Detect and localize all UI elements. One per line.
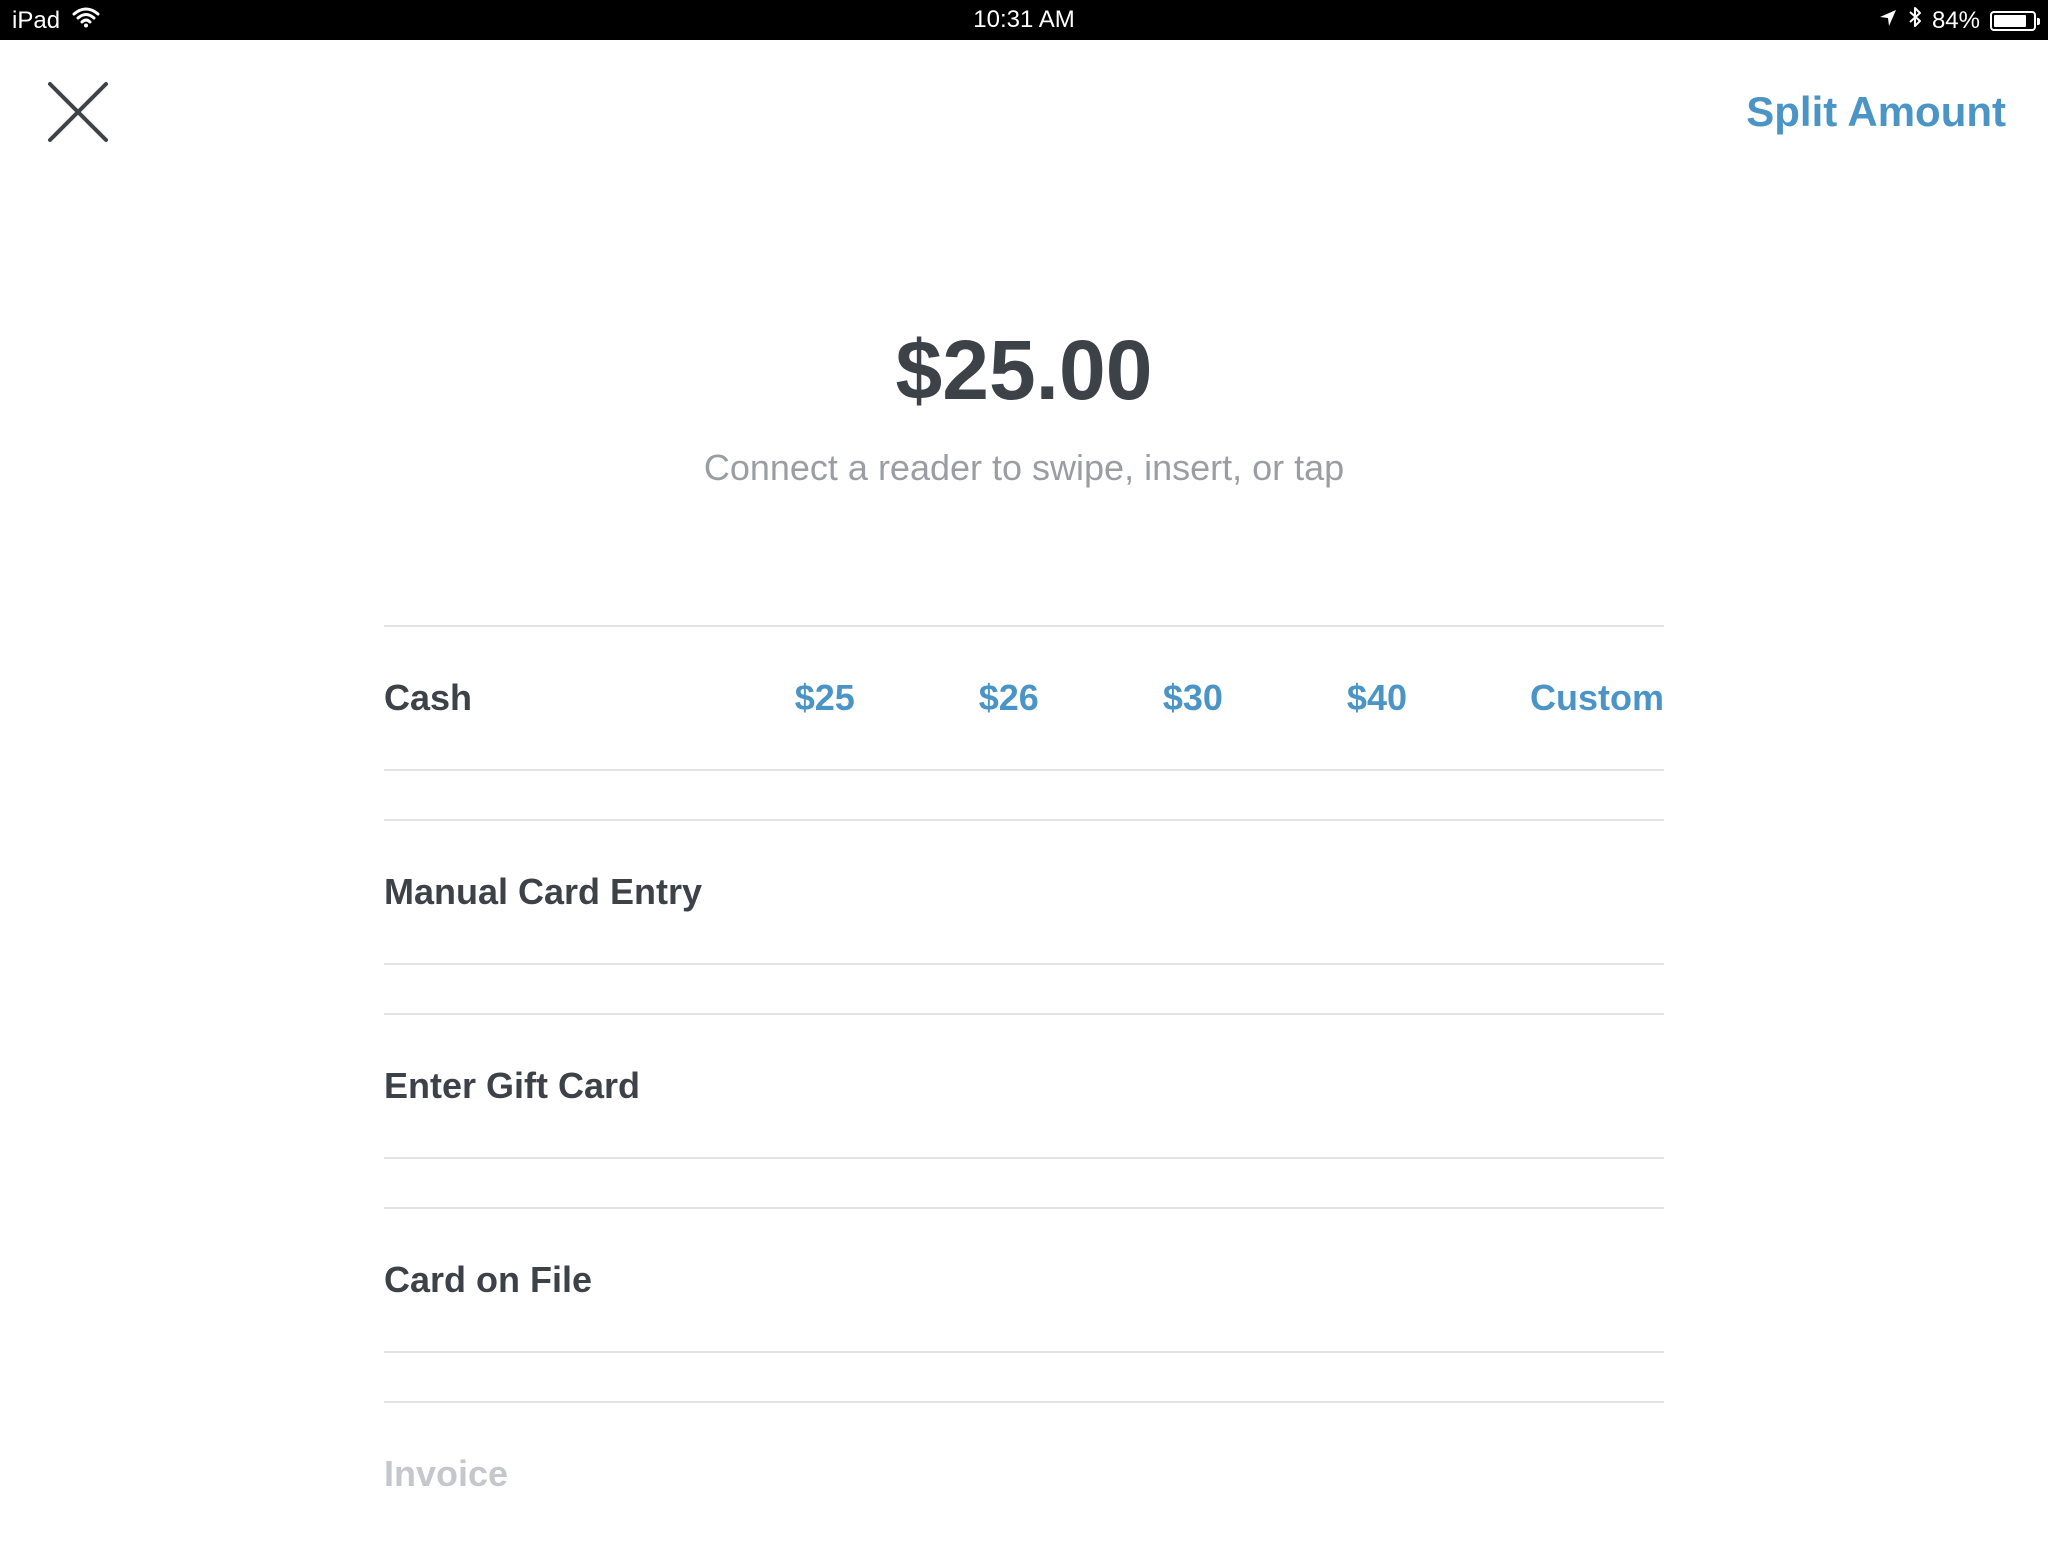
battery-icon xyxy=(1990,10,2040,31)
cash-custom-button[interactable]: Custom xyxy=(1530,677,1664,719)
reader-prompt: Connect a reader to swipe, insert, or ta… xyxy=(703,447,1345,488)
gift-card-row[interactable]: Enter Gift Card xyxy=(384,1015,1664,1157)
manual-card-entry-label: Manual Card Entry xyxy=(384,871,703,912)
cash-amount-40-button[interactable]: $40 xyxy=(1347,677,1407,719)
close-icon xyxy=(48,82,108,142)
cash-label: Cash xyxy=(384,677,473,718)
battery-fill xyxy=(1994,14,2026,27)
cash-amount-26-button[interactable]: $26 xyxy=(979,677,1039,719)
status-bar-right: 84% xyxy=(1878,6,2040,35)
invoice-label: Invoice xyxy=(384,1453,509,1494)
cash-row: Cash $25 $26 $30 $40 Custom xyxy=(384,627,1664,769)
battery-percent: 84% xyxy=(1931,6,1980,34)
status-time: 10:31 AM xyxy=(973,6,1075,33)
bluetooth-icon xyxy=(1908,6,1922,35)
gift-card-label: Enter Gift Card xyxy=(384,1065,641,1106)
cash-amounts: $25 $26 $30 $40 Custom xyxy=(795,627,1664,769)
close-button[interactable] xyxy=(44,78,112,146)
invoice-row[interactable]: Invoice xyxy=(384,1403,1664,1545)
card-on-file-row[interactable]: Card on File xyxy=(384,1209,1664,1351)
card-on-file-label: Card on File xyxy=(384,1259,593,1300)
cash-amount-25-button[interactable]: $25 xyxy=(795,677,855,719)
payment-options: Cash $25 $26 $30 $40 Custom Manual Card … xyxy=(384,625,1664,1545)
payment-amount: $25.00 xyxy=(895,323,1153,417)
split-amount-button[interactable]: Split Amount xyxy=(1746,88,2006,136)
cash-amount-30-button[interactable]: $30 xyxy=(1163,677,1223,719)
location-arrow-icon xyxy=(1878,7,1898,35)
manual-card-entry-row[interactable]: Manual Card Entry xyxy=(384,821,1664,963)
status-bar: iPad 10:31 AM 84% xyxy=(0,0,2048,40)
